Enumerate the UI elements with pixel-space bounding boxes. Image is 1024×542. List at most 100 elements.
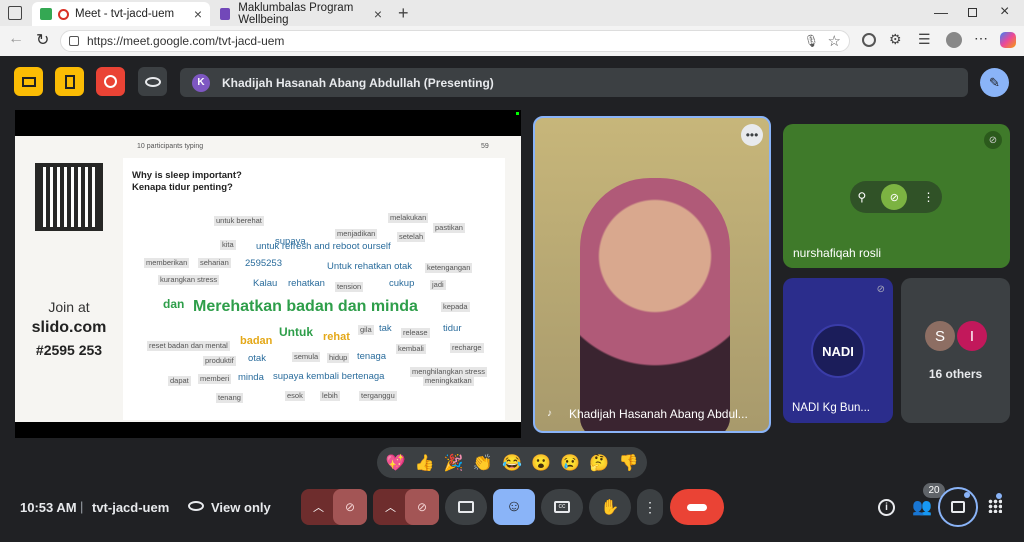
forms-favicon <box>220 8 231 20</box>
cloud-word: tenaga <box>357 351 387 362</box>
reaction-button[interactable]: 😢 <box>560 453 580 473</box>
minimize-icon[interactable]: — <box>934 4 948 20</box>
activities-dot <box>996 493 1002 499</box>
tab-meet[interactable]: Meet - tvt-jacd-uem × <box>32 2 210 26</box>
tile-more-icon[interactable]: ⋮ <box>922 190 934 204</box>
cloud-word: rehat <box>323 331 350 343</box>
record-icon <box>104 75 117 88</box>
leave-call-button[interactable] <box>670 489 724 525</box>
address-bar[interactable]: https://meet.google.com/tvt-jacd-uem 🎙 ☆ <box>60 30 850 52</box>
presentation-area: 10 participants typing 59 Join at slido.… <box>15 110 521 438</box>
more-menu-icon[interactable]: ⋯ <box>974 30 988 47</box>
cloud-word: melakukan <box>388 213 429 223</box>
participant-tile[interactable]: ⊘ ⚲ ⊘ ⋮ nurshafiqah rosli <box>783 124 1010 268</box>
captions-button[interactable]: cc <box>541 489 583 525</box>
cloud-word: tidur <box>443 323 462 334</box>
close-tab-icon[interactable]: × <box>194 6 202 22</box>
reload-icon[interactable]: ↻ <box>36 30 49 50</box>
people-icon[interactable]: 👥 <box>912 497 932 517</box>
participant-name: NADI Kg Bun... <box>792 402 870 414</box>
view-button[interactable] <box>138 67 167 96</box>
cloud-word: release <box>401 328 430 338</box>
activities-icon[interactable] <box>988 499 1002 513</box>
cloud-word: kita <box>220 240 236 250</box>
chat-button[interactable] <box>938 487 978 527</box>
emoji-button[interactable]: ☺ <box>493 489 535 525</box>
cloud-word: Merehatkan badan dan minda <box>193 298 418 315</box>
close-window-icon[interactable]: × <box>1000 3 1009 21</box>
camera-off-icon <box>21 76 36 87</box>
mic-toggle-button[interactable]: ⊘ <box>333 489 367 525</box>
present-button[interactable] <box>445 489 487 525</box>
status-dot <box>516 112 519 115</box>
profile-avatar[interactable] <box>946 32 962 48</box>
reaction-button[interactable]: 👎 <box>618 453 638 473</box>
bookmark-star-icon[interactable]: ☆ <box>828 32 841 50</box>
cloud-word: tak <box>379 323 392 334</box>
recording-button[interactable] <box>96 67 125 96</box>
copilot-icon[interactable] <box>1000 32 1016 48</box>
tab-strip: Meet - tvt-jacd-uem × Maklumbalas Progra… <box>0 0 1024 26</box>
mic-group: ︿ ⊘ <box>301 489 367 525</box>
new-tab-icon[interactable]: + <box>398 3 409 24</box>
reaction-button[interactable]: 😮 <box>531 453 551 473</box>
reaction-button[interactable]: 💖 <box>386 453 406 473</box>
url-text: https://meet.google.com/tvt-jacd-uem <box>87 34 285 48</box>
camera-options-chevron-icon[interactable]: ︿ <box>385 499 396 515</box>
separator: | <box>80 499 84 514</box>
reactions-bar: 💖 👍 🎉 👏 😂 😮 😢 🤔 👎 <box>377 447 647 478</box>
stop-camera-share-button[interactable] <box>14 67 43 96</box>
window-menu-icon[interactable] <box>8 6 22 20</box>
cloud-word: tenang <box>216 393 243 403</box>
more-options-button[interactable]: ⋮ <box>637 489 663 525</box>
presenting-bar: K Khadijah Hasanah Abang Abdullah (Prese… <box>180 68 968 97</box>
cloud-word: rehatkan <box>288 278 325 289</box>
reaction-button[interactable]: 👏 <box>473 453 493 473</box>
nadi-logo: NADI <box>811 324 865 378</box>
reaction-button[interactable]: 🎉 <box>444 453 464 473</box>
remove-icon[interactable]: ⊘ <box>881 184 908 210</box>
question-ms: Kenapa tidur penting? <box>132 182 233 193</box>
puzzle-icon[interactable]: ⚙ <box>889 31 902 48</box>
close-tab-icon[interactable]: × <box>374 6 382 22</box>
avatar: S <box>925 321 955 351</box>
cloud-word: untuk berehat <box>214 216 264 226</box>
favorites-icon[interactable]: ☰ <box>918 31 931 48</box>
cloud-word: jadi <box>430 280 446 290</box>
chat-notification-dot <box>964 492 970 498</box>
cloud-word: kepada <box>441 302 470 312</box>
eye-icon <box>144 76 161 87</box>
presenter-name: Khadijah Hasanah Abang Abdul... <box>569 407 748 421</box>
cloud-word: meningkatkan <box>423 376 474 386</box>
more-options-icon[interactable]: ••• <box>741 124 763 146</box>
mic-icon[interactable]: 🎙 <box>804 34 819 48</box>
cloud-word: cukup <box>389 278 415 289</box>
meeting-info-icon[interactable]: i <box>878 499 895 516</box>
extension-icon[interactable] <box>862 33 876 47</box>
tab-form[interactable]: Maklumbalas Program Wellbeing × <box>212 2 390 26</box>
presenter-tile[interactable]: ••• ♪ Khadijah Hasanah Abang Abdul... <box>533 116 771 433</box>
participant-tile[interactable]: ⊘ NADI NADI Kg Bun... <box>783 278 893 423</box>
mic-options-chevron-icon[interactable]: ︿ <box>313 499 324 515</box>
leave-tile-button[interactable] <box>55 67 84 96</box>
nadi-logo-text: NADI <box>822 343 854 359</box>
cloud-word: tension <box>335 282 364 292</box>
raise-hand-button[interactable]: ✋ <box>589 489 631 525</box>
reaction-button[interactable]: 🤔 <box>589 453 609 473</box>
back-icon[interactable]: ← <box>8 30 24 48</box>
wordcloud-panel: Why is sleep important? Kenapa tidur pen… <box>123 158 505 420</box>
reaction-button[interactable]: 😂 <box>502 453 522 473</box>
others-tile[interactable]: S I 16 others <box>901 278 1010 423</box>
cloud-word: memberikan <box>144 258 190 268</box>
event-code: #2595 253 <box>35 342 103 358</box>
cloud-word: badan <box>240 335 273 347</box>
site-info-icon[interactable] <box>69 36 79 46</box>
camera-toggle-button[interactable]: ⊘ <box>405 489 439 525</box>
reaction-button[interactable]: 👍 <box>415 453 435 473</box>
typing-indicator: 10 participants typing <box>137 143 204 150</box>
cloud-word: Kalau <box>253 278 278 289</box>
restore-icon[interactable] <box>968 8 977 17</box>
pin-icon[interactable]: ⚲ <box>858 190 867 204</box>
audio-level-icon: ♪ <box>547 408 552 419</box>
annotate-button[interactable]: ✎ <box>980 68 1009 97</box>
